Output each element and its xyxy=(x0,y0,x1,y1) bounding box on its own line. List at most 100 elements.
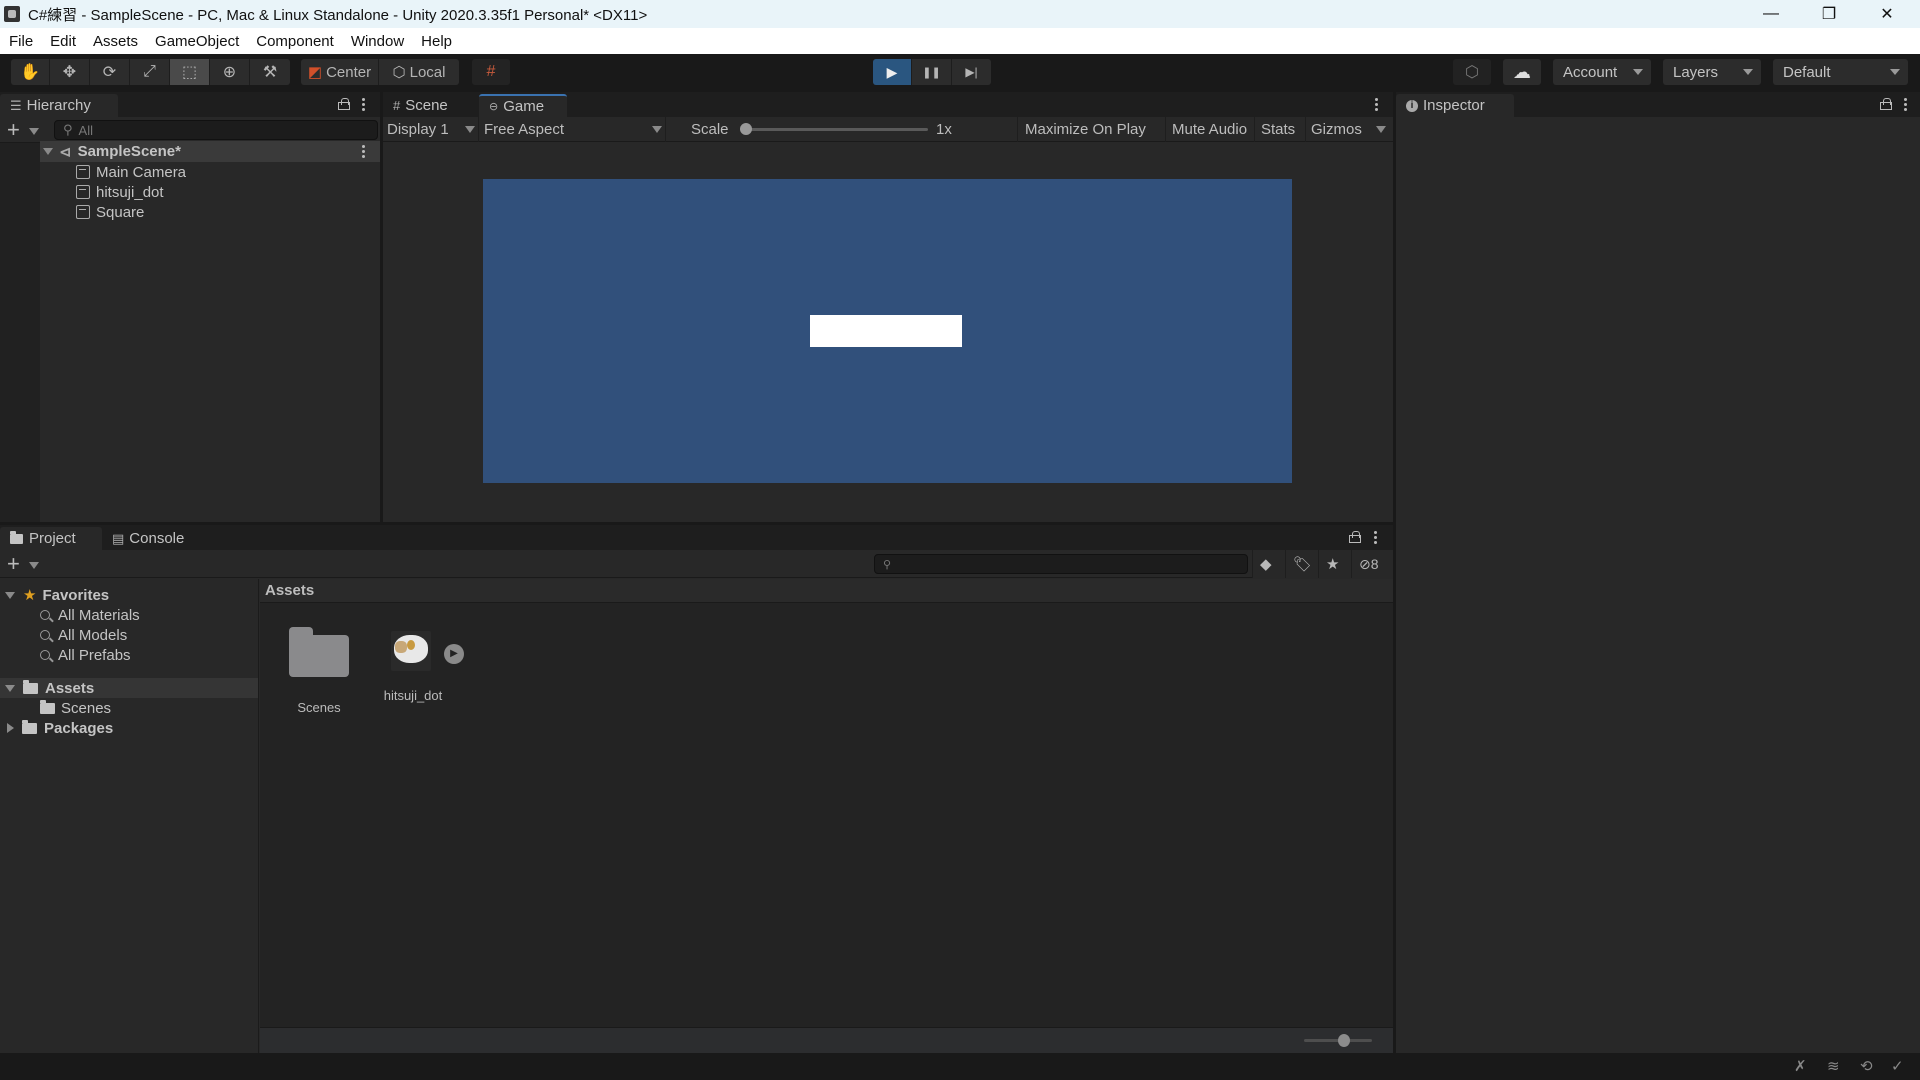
favorite-item[interactable]: All Prefabs xyxy=(40,645,258,665)
more-options-icon[interactable] xyxy=(362,98,366,112)
folder-item[interactable]: Scenes xyxy=(40,698,258,718)
game-tab-label: Game xyxy=(503,98,545,115)
rect-tool-button[interactable]: ⬚ xyxy=(170,59,210,85)
packages-folder-row[interactable]: Packages xyxy=(0,718,258,738)
hidden-count: 8 xyxy=(1370,556,1379,572)
tab-hierarchy[interactable]: ☰ Hierarchy xyxy=(0,94,118,117)
assets-folder-row[interactable]: Assets xyxy=(0,678,258,698)
hierarchy-item[interactable]: Main Camera xyxy=(76,162,380,182)
folder-icon xyxy=(10,530,23,544)
icon-size-slider-thumb[interactable] xyxy=(1337,1034,1350,1047)
aspect-dropdown[interactable]: Free Aspect xyxy=(480,117,666,142)
scene-options-icon[interactable] xyxy=(362,145,366,159)
hidden-packages-toggle[interactable]: ⊘ 8 xyxy=(1351,550,1393,578)
game-render-view[interactable] xyxy=(483,179,1292,483)
maximize-on-play-toggle[interactable]: Maximize On Play xyxy=(1017,117,1153,142)
lock-icon[interactable] xyxy=(1880,98,1892,110)
account-dropdown[interactable]: Account xyxy=(1553,59,1651,85)
expand-icon[interactable] xyxy=(7,723,14,733)
asset-item-folder[interactable]: Scenes xyxy=(289,627,349,715)
hierarchy-search-input[interactable]: ⚲ All xyxy=(54,120,378,140)
favorites-button[interactable]: ★ xyxy=(1318,550,1351,578)
favorite-item[interactable]: All Models xyxy=(40,625,258,645)
scale-tool-button[interactable]: ⤢ xyxy=(130,59,170,85)
create-dropdown-icon[interactable] xyxy=(29,128,39,135)
game-tabstrip: # Scene ⊖ Game xyxy=(383,92,1393,117)
search-by-type-button[interactable]: ◆ xyxy=(1252,550,1285,578)
tab-inspector[interactable]: i Inspector xyxy=(1396,94,1514,117)
stats-toggle[interactable]: Stats xyxy=(1254,117,1301,142)
scale-slider-thumb[interactable] xyxy=(740,123,752,135)
pivot-center-button[interactable]: ◩ Center xyxy=(301,59,379,85)
layers-dropdown[interactable]: Layers xyxy=(1663,59,1761,85)
more-options-icon[interactable] xyxy=(1375,98,1379,112)
star-icon: ★ xyxy=(1326,556,1340,573)
pivot-local-button[interactable]: ⬡ Local xyxy=(379,59,459,85)
grid-snap-button[interactable]: # xyxy=(472,59,510,85)
favorites-row[interactable]: ★ Favorites xyxy=(0,585,258,605)
gizmos-toggle[interactable]: Gizmos xyxy=(1305,117,1367,142)
menu-assets[interactable]: Assets xyxy=(84,33,146,50)
breadcrumb-assets[interactable]: Assets xyxy=(265,582,314,599)
hierarchy-item[interactable]: hitsuji_dot xyxy=(76,182,380,202)
restore-button[interactable]: ❐ xyxy=(1800,0,1858,28)
hand-tool-button[interactable]: ✋ xyxy=(11,59,50,85)
collab-button[interactable]: ⬡ xyxy=(1453,59,1491,85)
favorites-label: Favorites xyxy=(42,586,110,604)
move-tool-button[interactable]: ✥ xyxy=(50,59,90,85)
hierarchy-item[interactable]: Square xyxy=(76,202,380,222)
more-options-icon[interactable] xyxy=(1904,98,1908,112)
menu-gameobject[interactable]: GameObject xyxy=(146,33,247,50)
pause-button[interactable]: ❚❚ xyxy=(912,59,952,85)
cloud-button[interactable]: ☁ xyxy=(1503,59,1541,85)
progress-check-icon[interactable]: ✓ xyxy=(1891,1057,1904,1075)
transform-tool-button[interactable]: ⊕ xyxy=(210,59,250,85)
menu-window[interactable]: Window xyxy=(342,33,412,50)
lock-icon[interactable] xyxy=(338,98,350,110)
scale-slider[interactable] xyxy=(740,123,928,135)
custom-tool-button[interactable]: ⚒ xyxy=(250,59,290,85)
collab-icon: ⬡ xyxy=(1465,64,1479,81)
cache-off-icon[interactable]: ≋ xyxy=(1827,1057,1840,1075)
project-search-input[interactable]: ⚲ xyxy=(874,554,1248,574)
display-dropdown[interactable]: Display 1 xyxy=(383,117,479,142)
chevron-down-icon xyxy=(652,126,662,133)
eye-hidden-icon: ⊘ xyxy=(1359,555,1371,572)
menu-file[interactable]: File xyxy=(0,33,41,50)
create-plus-icon[interactable]: + xyxy=(7,117,20,143)
more-options-icon[interactable] xyxy=(1374,531,1378,545)
scene-row[interactable]: ⊲ SampleScene* xyxy=(40,141,380,162)
search-by-label-button[interactable]: 🏷 xyxy=(1285,550,1318,578)
favorite-item[interactable]: All Materials xyxy=(40,605,258,625)
step-button[interactable]: ▶| xyxy=(952,59,991,85)
mute-audio-toggle[interactable]: Mute Audio xyxy=(1165,117,1253,142)
icon-size-slider[interactable] xyxy=(1304,1034,1372,1047)
expand-icon[interactable] xyxy=(5,684,15,692)
minimize-button[interactable]: — xyxy=(1742,0,1800,28)
create-dropdown-icon[interactable] xyxy=(29,562,39,569)
debug-off-icon[interactable]: ✗ xyxy=(1794,1057,1807,1075)
lock-icon[interactable] xyxy=(1349,531,1361,543)
asset-item-sprite[interactable]: ▶ hitsuji_dot xyxy=(384,631,471,711)
menu-help[interactable]: Help xyxy=(412,33,460,50)
tab-console[interactable]: ▤ Console xyxy=(102,527,202,550)
expand-icon[interactable] xyxy=(43,148,53,155)
create-plus-icon[interactable]: + xyxy=(7,551,20,577)
expand-sprite-icon[interactable]: ▶ xyxy=(444,644,464,664)
tab-game[interactable]: ⊖ Game xyxy=(479,94,567,117)
close-button[interactable]: ✕ xyxy=(1858,0,1916,28)
auto-refresh-off-icon[interactable]: ⟲ xyxy=(1860,1057,1873,1075)
rotate-tool-button[interactable]: ⟳ xyxy=(90,59,130,85)
menu-bar: File Edit Assets GameObject Component Wi… xyxy=(0,28,1920,54)
menu-component[interactable]: Component xyxy=(247,33,342,50)
square-sprite xyxy=(810,315,962,347)
info-icon: i xyxy=(1406,99,1418,112)
gizmos-dropdown-icon[interactable] xyxy=(1376,126,1386,133)
expand-icon[interactable] xyxy=(5,591,15,599)
menu-edit[interactable]: Edit xyxy=(41,33,84,50)
play-button[interactable]: ▶ xyxy=(873,59,912,85)
rect-icon: ⬚ xyxy=(181,64,198,81)
tab-scene[interactable]: # Scene xyxy=(383,94,479,117)
tab-project[interactable]: Project xyxy=(0,527,102,550)
layout-dropdown[interactable]: Default xyxy=(1773,59,1908,85)
